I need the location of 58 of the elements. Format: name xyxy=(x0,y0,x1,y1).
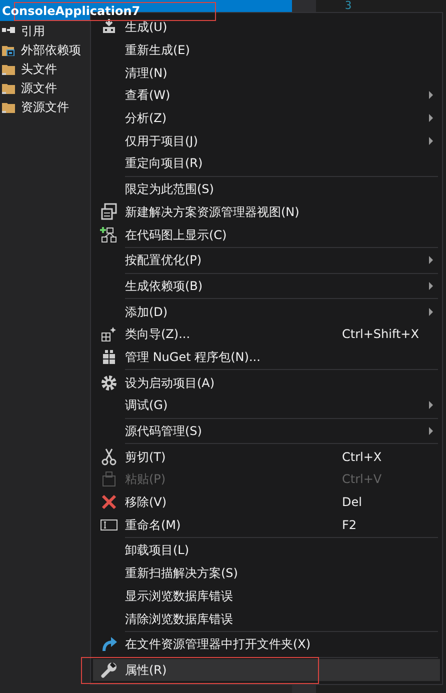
menu-item[interactable]: 在文件资源管理器中打开文件夹(X) xyxy=(93,632,440,656)
menu-item[interactable]: 设为启动项目(A) xyxy=(93,371,440,394)
menu-item[interactable]: 生成依赖项(B) xyxy=(93,274,440,298)
menu-item[interactable]: 清理(N) xyxy=(93,61,440,84)
menu-item[interactable]: 在代码图上显示(C) xyxy=(93,223,440,246)
submenu-arrow-icon xyxy=(428,136,434,145)
menu-item[interactable]: 分析(Z) xyxy=(93,106,440,130)
menu-item[interactable]: 调试(G) xyxy=(93,394,440,417)
menu-item[interactable]: 添加(D) xyxy=(93,300,440,323)
submenu-arrow-icon xyxy=(428,401,434,410)
curved-arrow-icon xyxy=(100,635,118,654)
menu-item[interactable]: 类向导(Z)... Ctrl+Shift+X xyxy=(93,322,440,346)
folder-icon xyxy=(2,62,15,75)
menu-item[interactable]: 属性(R) xyxy=(93,658,440,682)
menu-item[interactable]: 管理 NuGet 程序包(N)... xyxy=(93,346,440,368)
clipboard-icon xyxy=(100,470,118,488)
submenu-arrow-icon xyxy=(428,91,434,100)
remove-icon xyxy=(100,493,118,512)
menu-item[interactable]: 显示浏览数据库错误 xyxy=(93,584,440,608)
menu-item[interactable]: 剪切(T) Ctrl+X xyxy=(93,445,440,468)
gear-icon xyxy=(100,374,118,392)
shortcut-text: Ctrl+X xyxy=(342,448,383,466)
menu-item[interactable]: 清除浏览数据库错误 xyxy=(93,607,440,630)
scissors-icon xyxy=(100,448,118,466)
menu-item[interactable]: 重定向项目(R) xyxy=(93,152,440,175)
menu-item[interactable]: 新建解决方案资源管理器视图(N) xyxy=(93,200,440,224)
menu-item[interactable]: 限定为此范围(S) xyxy=(93,178,440,200)
menu-item[interactable]: 仅用于项目(J) xyxy=(93,129,440,152)
tree-item[interactable]: 外部依赖项 xyxy=(21,40,81,58)
folder-icon xyxy=(2,81,15,94)
line-number: 3 xyxy=(345,0,352,11)
window-icon xyxy=(100,202,118,221)
menu-item[interactable]: 源代码管理(S) xyxy=(93,420,440,442)
menu-item[interactable]: 移除(V) Del xyxy=(93,490,440,514)
menu-item[interactable]: 按配置优化(P) xyxy=(93,248,440,272)
submenu-arrow-icon xyxy=(428,427,434,436)
package-icon xyxy=(100,348,118,366)
wrench-icon xyxy=(100,660,118,679)
tree-item[interactable]: 头文件 xyxy=(21,60,57,78)
shortcut-text: Ctrl+Shift+X xyxy=(342,326,420,344)
tree-item[interactable]: 引用 xyxy=(21,22,45,40)
submenu-arrow-icon xyxy=(428,256,434,264)
menu-item[interactable]: 重新扫描解决方案(S) xyxy=(93,562,440,584)
submenu-arrow-icon xyxy=(428,282,434,290)
menu-item[interactable]: 卸载项目(L) xyxy=(93,539,440,562)
submenu-arrow-icon xyxy=(428,308,434,316)
wizard-icon xyxy=(100,325,118,344)
menu-item[interactable]: 重新生成(E) xyxy=(93,38,440,62)
folder-icon xyxy=(2,100,15,113)
tree-item[interactable]: 资源文件 xyxy=(21,98,69,116)
menu-item[interactable]: 查看(W) xyxy=(93,84,440,107)
menu-item[interactable]: 重命名(M) F2 xyxy=(93,513,440,536)
shortcut-text: Ctrl+V xyxy=(342,471,383,488)
tree-item[interactable]: 源文件 xyxy=(21,78,57,96)
shortcut-text: Del xyxy=(342,494,363,512)
submenu-arrow-icon xyxy=(428,114,434,122)
code-map-icon xyxy=(100,226,118,244)
shortcut-text: F2 xyxy=(342,516,358,534)
